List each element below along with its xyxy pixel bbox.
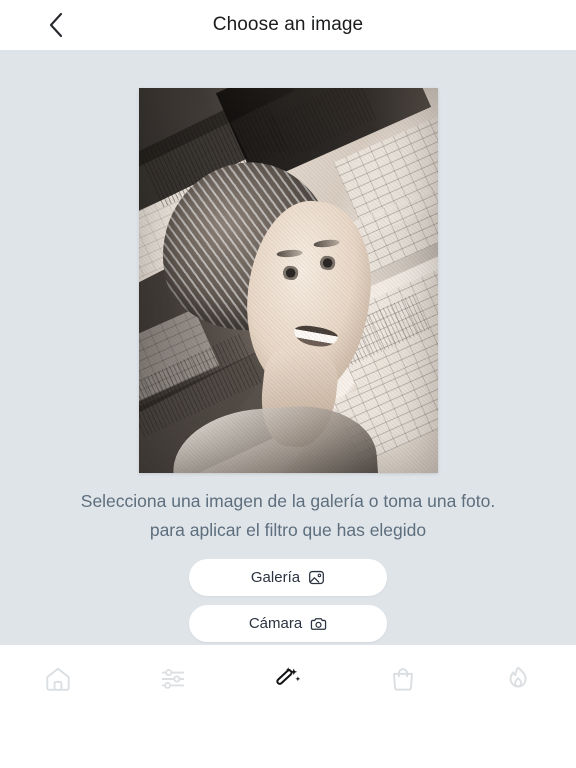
home-icon: [43, 664, 73, 694]
camera-button-label: Cámara: [248, 615, 303, 632]
camera-icon: [310, 615, 327, 632]
magic-wand-icon: [273, 664, 303, 694]
nav-item-home[interactable]: [0, 658, 115, 700]
preview-artwork: [138, 88, 438, 473]
main-content: Selecciona una imagen de la galería o to…: [0, 50, 576, 645]
camera-button[interactable]: Cámara: [189, 605, 387, 642]
image-icon: [308, 569, 325, 586]
shopping-bag-icon: [388, 664, 418, 694]
nav-item-adjustments[interactable]: [115, 658, 230, 700]
image-preview[interactable]: [138, 88, 438, 473]
instruction-line-2: para aplicar el filtro que has elegido: [149, 520, 427, 540]
bottom-navigation: [0, 645, 576, 768]
page-title: Choose an image: [212, 14, 364, 35]
flame-icon: [503, 664, 533, 694]
back-button[interactable]: [36, 5, 76, 45]
app-screen: Choose an image Selecciona una imagen de…: [0, 0, 576, 768]
gallery-button[interactable]: Galería: [189, 559, 387, 596]
sliders-icon: [158, 664, 188, 694]
instruction-text: Selecciona una imagen de la galería o to…: [0, 487, 576, 545]
instruction-line-1: Selecciona una imagen de la galería o to…: [80, 491, 496, 511]
artwork-vignette: [139, 88, 438, 473]
nav-item-shop[interactable]: [346, 658, 461, 700]
nav-item-trending[interactable]: [461, 658, 576, 700]
chevron-left-icon: [48, 12, 64, 38]
nav-item-effects[interactable]: [230, 658, 345, 700]
action-buttons: Galería Cámara: [189, 559, 387, 642]
app-header: Choose an image: [0, 0, 576, 50]
gallery-button-label: Galería: [250, 569, 301, 586]
